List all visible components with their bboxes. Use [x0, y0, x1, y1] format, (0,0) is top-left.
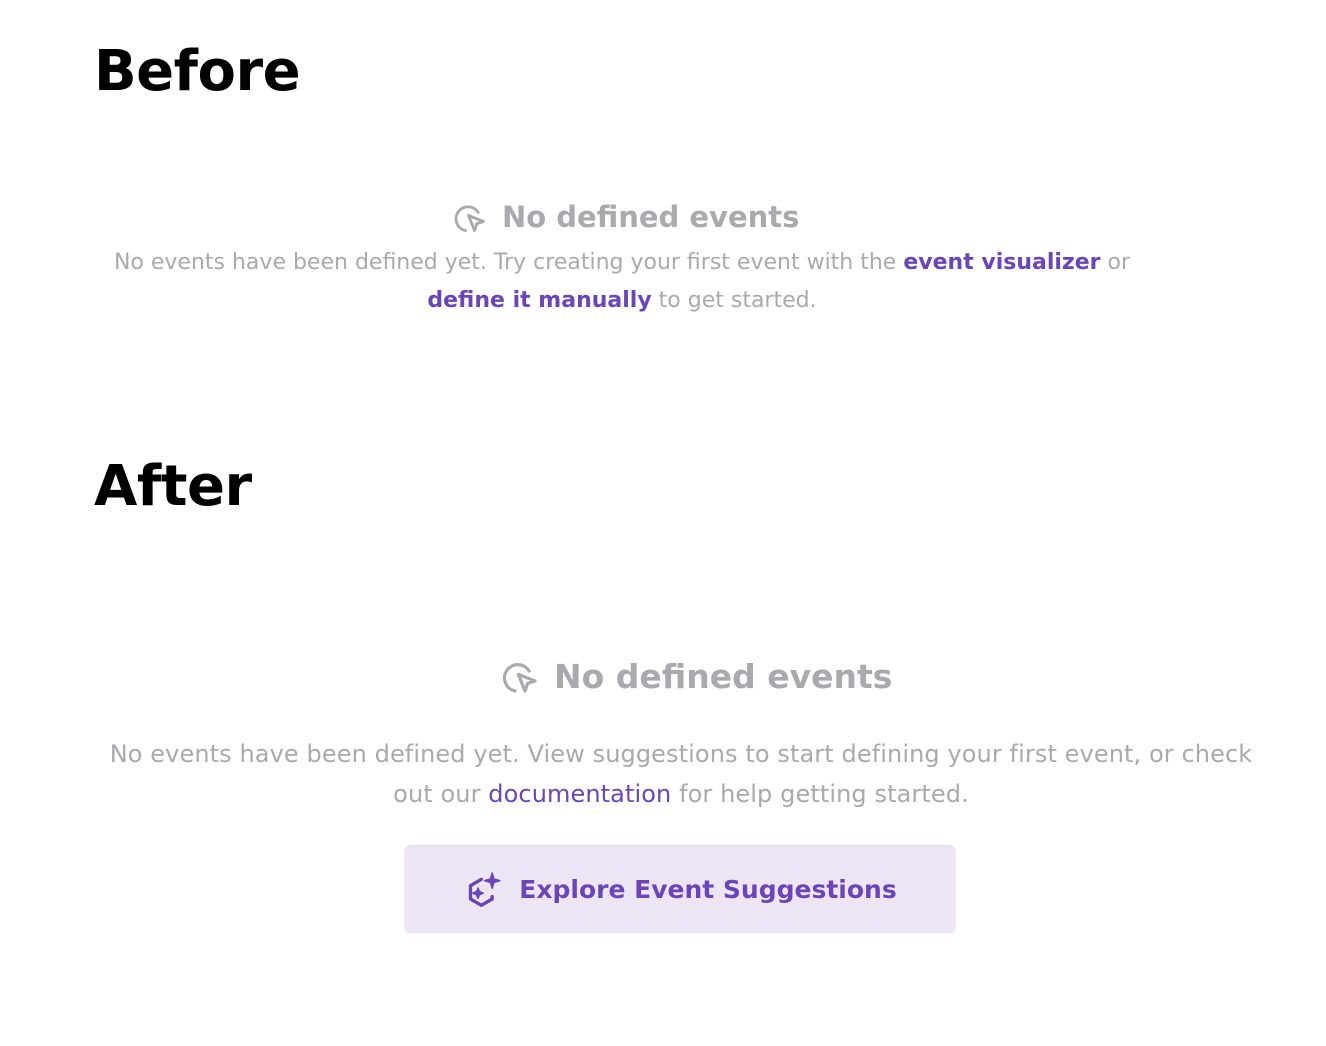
cursor-click-icon	[452, 199, 488, 235]
event-visualizer-link[interactable]: event visualizer	[903, 250, 1100, 275]
documentation-link[interactable]: documentation	[488, 780, 671, 808]
define-manually-link[interactable]: define it manually	[427, 288, 651, 313]
explore-event-suggestions-button[interactable]: Explore Event Suggestions	[404, 845, 956, 933]
before-empty-state-title: No defined events	[452, 199, 799, 235]
before-title-text: No defined events	[502, 200, 800, 234]
after-empty-state-description: No events have been defined yet. View su…	[109, 740, 1253, 808]
sparkle-hexagon-icon	[463, 869, 503, 909]
explore-button-label: Explore Event Suggestions	[519, 874, 897, 904]
after-heading: After	[94, 454, 252, 519]
before-empty-state-description: No events have been defined yet. Try cre…	[113, 250, 1131, 313]
cursor-click-icon	[500, 656, 540, 696]
after-title-text: No defined events	[554, 656, 893, 696]
before-heading: Before	[94, 39, 301, 104]
after-empty-state-title: No defined events	[500, 656, 892, 696]
